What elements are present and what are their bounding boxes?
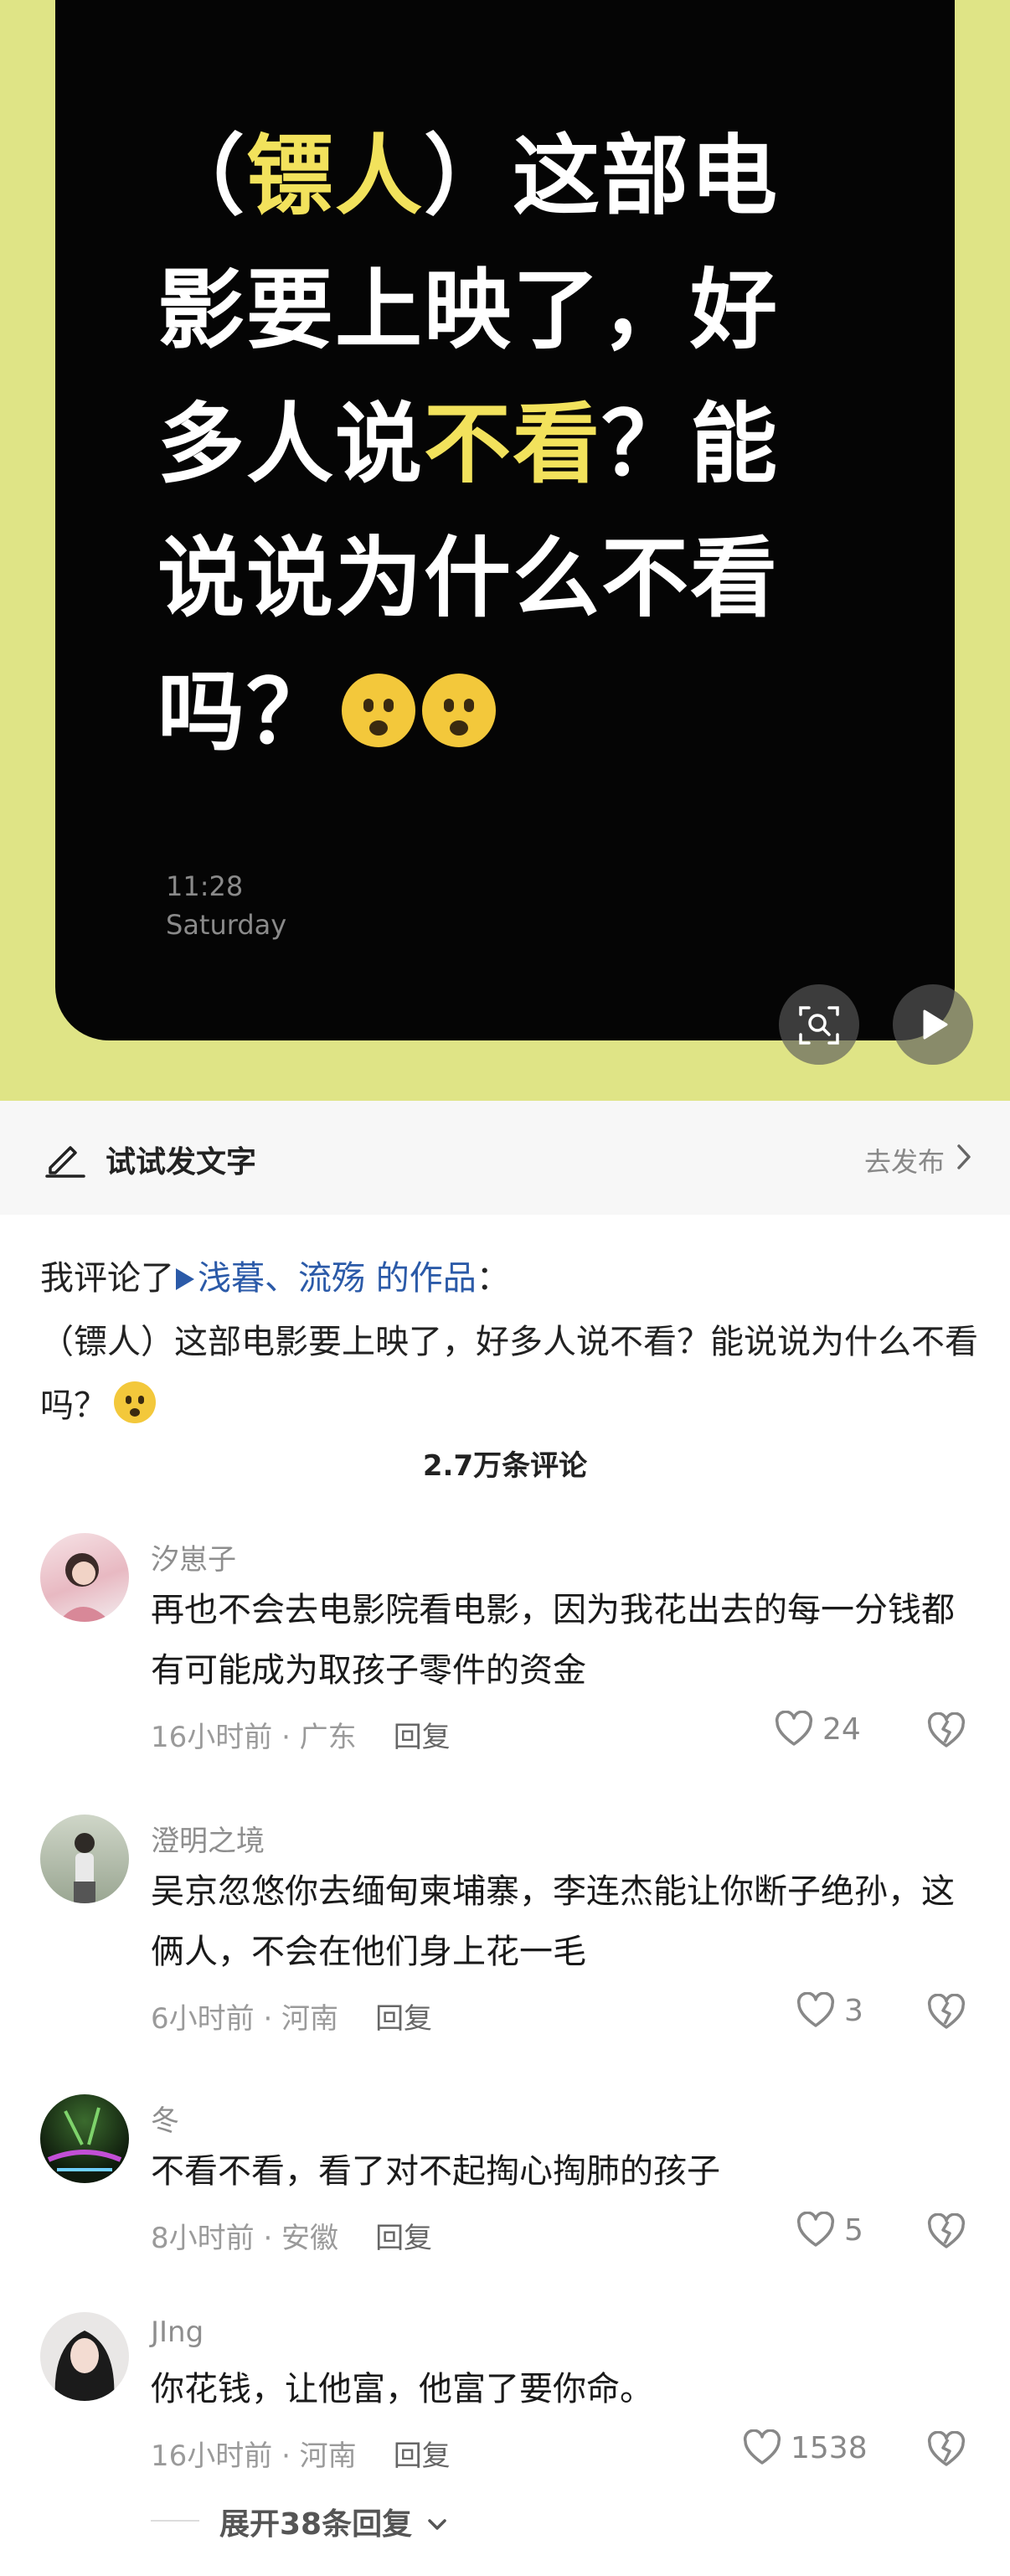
post-image-card[interactable]: （镖人）这部电 影要上映了，好 多人说不看？能 说说为什么不看 吗？ 11:28… [55,0,955,1040]
reply-button[interactable]: 回复 [394,2439,451,2473]
dislike-broken-heart-icon[interactable] [926,2213,966,2250]
comment-username[interactable]: JIng [151,2315,204,2349]
dislike-broken-heart-icon[interactable] [926,1712,966,1749]
comment-text: 吴京忽悠你去缅甸柬埔寨，李连杰能让你断子绝孙，这俩人，不会在他们身上花一毛 [151,1872,955,1971]
comment-text: 你花钱，让他富，他富了要你命。 [151,2370,653,2408]
avatar[interactable] [40,2312,129,2401]
heart-icon [796,1991,835,2027]
comment-count: 2.7万条评论 [422,1449,588,1483]
emoji-fearful-icon [342,674,416,747]
like-button[interactable]: 1538 [742,2429,868,2466]
image-search-icon [799,1006,839,1045]
reply-button[interactable]: 回复 [375,2002,432,2036]
compose-label: 试试发文字 [106,1145,257,1180]
heart-icon [743,2429,781,2465]
publish-link[interactable]: 去发布 [864,1141,945,1180]
reply-button[interactable]: 回复 [375,2222,432,2255]
comment-username[interactable]: 冬 [151,2098,179,2139]
highlight-text: 不看 [424,393,602,495]
compose-bar[interactable]: 试试发文字 去发布 [0,1101,1010,1215]
post-image-area: （镖人）这部电 影要上映了，好 多人说不看？能 说说为什么不看 吗？ 11:28… [0,0,1010,1101]
comment-meta: 16小时前 · 河南 回复 [151,2439,451,2473]
avatar[interactable] [40,1815,129,1903]
like-count: 3 [844,1994,863,2028]
heart-icon [775,1710,813,1746]
avatar[interactable] [40,1533,129,1622]
like-button[interactable]: 3 [796,1991,863,2029]
image-timestamp: 11:28 Saturday [166,870,287,941]
like-count: 1538 [791,2431,868,2465]
emoji-fearful-icon [114,1381,156,1423]
like-button[interactable]: 24 [774,1710,861,1747]
play-triangle-icon [176,1268,194,1290]
like-button[interactable]: 5 [796,2211,863,2248]
comment-meta: 6小时前 · 河南 回复 [151,2002,433,2036]
image-search-button[interactable] [779,984,859,1065]
comment-context: 我评论了 浅暮、流殇 的作品： （镖人）这部电影要上映了，好多人说不看？能说说为什… [40,1259,978,1425]
comment-text: 不看不看，看了对不起掏心掏肺的孩子 [151,2152,720,2191]
pen-icon [45,1146,85,1178]
comment-username[interactable]: 澄明之境 [151,1818,265,1859]
dislike-broken-heart-icon[interactable] [926,2431,966,2468]
play-button[interactable] [893,984,973,1065]
comment-username[interactable]: 汐崽子 [151,1536,236,1577]
post-image-title: （镖人）这部电 影要上映了，好 多人说不看？能 说说为什么不看 吗？ [157,125,780,763]
play-icon [923,1009,948,1040]
emoji-fearful-icon [422,674,497,747]
like-count: 5 [844,2213,863,2248]
dislike-broken-heart-icon[interactable] [926,1994,966,2031]
like-count: 24 [822,1712,861,1747]
comment-text: 再也不会去电影院看电影，因为我花出去的每一分钱都有可能成为取孩子零件的资金 [151,1591,955,1690]
comment-meta: 8小时前 · 安徽 回复 [151,2222,433,2255]
heart-icon [796,2211,835,2247]
authors-link[interactable]: 浅暮、流殇 的作品 [198,1259,477,1298]
context-text: （镖人）这部电影要上映了，好多人说不看？能说说为什么不看吗？ [40,1323,978,1425]
chevron-right-icon [957,1144,971,1169]
reply-button[interactable]: 回复 [394,1721,451,1754]
comment-meta: 16小时前 · 广东 回复 [151,1721,451,1754]
avatar[interactable] [40,2094,129,2183]
divider-line [151,2520,199,2522]
chevron-down-icon [427,2519,446,2530]
highlight-text: 镖人 [246,125,425,227]
